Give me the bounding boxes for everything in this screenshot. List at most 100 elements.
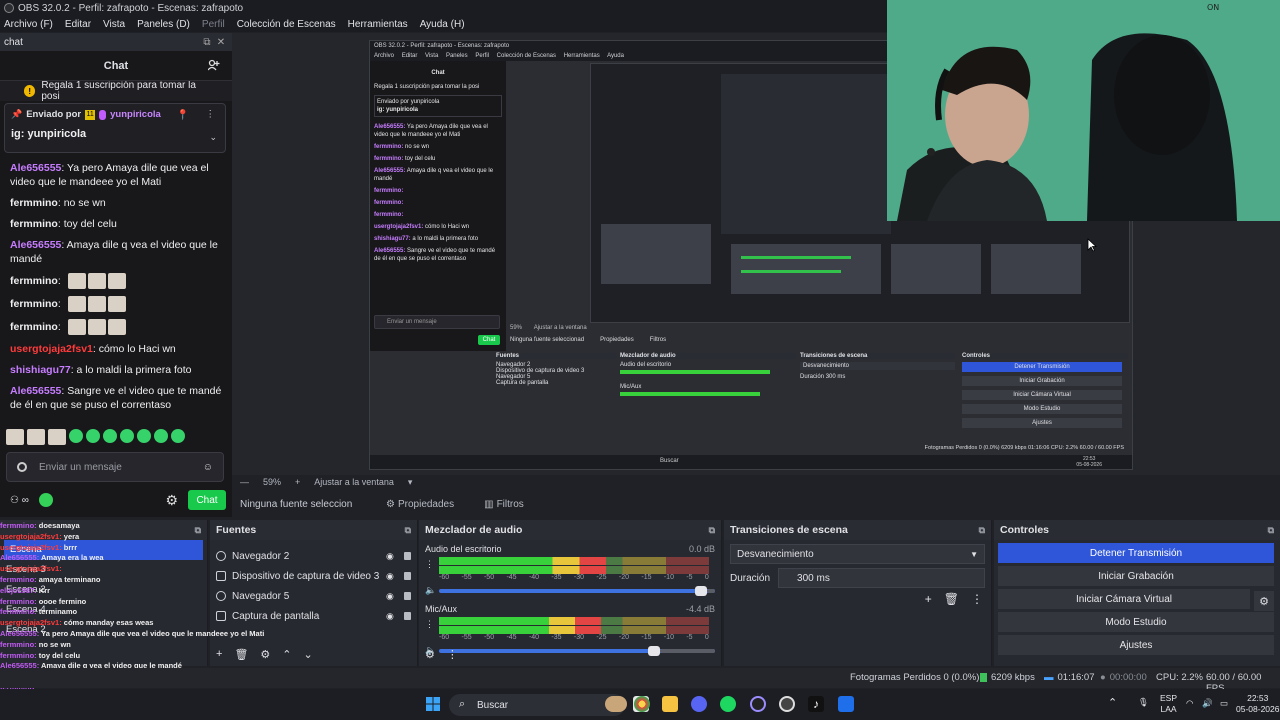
chevron-up-icon[interactable]: ⌃ bbox=[1108, 698, 1117, 709]
emote-icon[interactable] bbox=[103, 429, 117, 443]
lock-icon[interactable] bbox=[404, 572, 411, 580]
volume-icon[interactable]: 🔊 bbox=[1202, 698, 1213, 709]
volume-slider[interactable] bbox=[439, 585, 715, 596]
plus-icon[interactable]: + bbox=[295, 477, 300, 487]
unpin-icon[interactable]: 📍 bbox=[177, 110, 189, 121]
menu-archivo[interactable]: Archivo (F) bbox=[4, 19, 53, 30]
app-icon[interactable] bbox=[838, 696, 854, 712]
chat-username[interactable]: shishiagu77 bbox=[10, 364, 71, 376]
chat-username[interactable]: fermmino bbox=[10, 218, 58, 230]
menu-vista[interactable]: Vista bbox=[103, 19, 125, 30]
discord-icon[interactable] bbox=[691, 696, 707, 712]
scene-item[interactable]: Escena 2 bbox=[0, 620, 207, 640]
add-icon[interactable]: + bbox=[925, 592, 932, 606]
source-item[interactable]: Captura de pantalla ◉ bbox=[210, 606, 417, 626]
pinned-message[interactable]: 📌 Enviado por 11 yunpiricola ig: yunpiri… bbox=[4, 103, 226, 153]
gear-icon[interactable]: ⚙ bbox=[1254, 591, 1274, 611]
volume-slider[interactable] bbox=[439, 645, 715, 656]
chat-username[interactable]: fermmino bbox=[10, 321, 58, 333]
chat-username[interactable]: Ale656555 bbox=[10, 385, 61, 397]
obs-icon[interactable] bbox=[750, 696, 766, 712]
gear-icon[interactable]: ⚙ bbox=[165, 492, 178, 509]
float-icon[interactable]: ⧉ bbox=[709, 525, 715, 536]
eye-icon[interactable]: ◉ bbox=[386, 611, 398, 622]
menu-coleccion-escenas[interactable]: Colección de Escenas bbox=[237, 19, 336, 30]
emote-icon[interactable] bbox=[48, 429, 66, 445]
chat-username[interactable]: fermmino bbox=[10, 275, 58, 287]
pinned-user[interactable]: yunpiricola bbox=[110, 109, 161, 120]
users-icon[interactable] bbox=[208, 59, 220, 71]
chat-username[interactable]: Ale656555 bbox=[10, 162, 61, 174]
slider-knob[interactable] bbox=[694, 585, 707, 596]
emote-icon[interactable] bbox=[137, 429, 151, 443]
chevron-down-icon[interactable]: ⌄ bbox=[304, 648, 313, 661]
chevron-down-icon[interactable]: ⌄ bbox=[209, 132, 217, 143]
battery-icon[interactable]: ▭ bbox=[1220, 698, 1228, 709]
scene-item[interactable]: Escena 2 bbox=[0, 580, 207, 600]
scene-item[interactable]: Escena 3 bbox=[0, 560, 207, 580]
taskbar-search[interactable]: ⌕ Buscar bbox=[449, 694, 625, 716]
start-virtual-camera-button[interactable]: Iniciar Cámara Virtual bbox=[998, 589, 1250, 609]
chat-send-button[interactable]: Chat bbox=[188, 490, 226, 510]
settings-button[interactable]: Ajustes bbox=[998, 635, 1274, 655]
chat-username[interactable]: usergtojaja2fsv1 bbox=[10, 343, 93, 355]
eye-icon[interactable]: ◉ bbox=[386, 591, 398, 602]
trash-icon[interactable]: 🗑 bbox=[234, 648, 248, 661]
lock-icon[interactable] bbox=[404, 592, 411, 600]
float-icon[interactable]: ⧉ bbox=[979, 525, 985, 536]
spotify-icon[interactable] bbox=[720, 696, 736, 712]
chat-username[interactable]: fermmino bbox=[10, 298, 58, 310]
sub-gift-banner[interactable]: ! Regala 1 suscripción para tomar la pos… bbox=[0, 80, 232, 102]
wifi-icon[interactable]: ◠ bbox=[1186, 698, 1193, 709]
bits-icon[interactable] bbox=[17, 462, 27, 472]
emote-icon[interactable] bbox=[154, 429, 168, 443]
extension-icon[interactable] bbox=[38, 493, 53, 507]
clock[interactable]: 22:53 05-08-2026 bbox=[1236, 693, 1279, 715]
chat-username[interactable]: fermmino bbox=[10, 197, 58, 209]
gear-icon[interactable]: ⚙ bbox=[260, 648, 270, 661]
source-item[interactable]: Dispositivo de captura de video 3 ◉ bbox=[210, 566, 417, 586]
stop-stream-button[interactable]: Detener Transmisión bbox=[998, 543, 1274, 563]
source-item[interactable]: Navegador 2 ◉ bbox=[210, 546, 417, 566]
float-icon[interactable]: ⧉ bbox=[195, 525, 201, 536]
lock-icon[interactable] bbox=[404, 552, 411, 560]
emote-icon[interactable] bbox=[120, 429, 134, 443]
scene-item[interactable]: Escena bbox=[4, 540, 203, 560]
chat-username[interactable]: Ale656555 bbox=[10, 239, 61, 251]
slider-knob[interactable] bbox=[647, 645, 660, 656]
gear-icon[interactable]: ⚙ bbox=[425, 648, 435, 661]
menu-perfil[interactable]: Perfil bbox=[202, 19, 225, 30]
menu-paneles[interactable]: Paneles (D) bbox=[137, 19, 190, 30]
more-icon[interactable]: ⋮ bbox=[425, 559, 434, 570]
points-icon[interactable]: ⚇ ∞ bbox=[10, 495, 29, 506]
emote-icon[interactable] bbox=[6, 429, 24, 445]
more-icon[interactable]: ⋮ bbox=[447, 648, 458, 661]
menu-editar[interactable]: Editar bbox=[65, 19, 91, 30]
start-recording-button[interactable]: Iniciar Grabación bbox=[998, 566, 1274, 586]
weather-icon[interactable] bbox=[605, 696, 627, 712]
windows-start-icon[interactable] bbox=[425, 696, 441, 712]
lock-icon[interactable] bbox=[404, 612, 411, 620]
fit-select[interactable]: Ajustar a la ventana bbox=[314, 477, 394, 487]
emote-icon[interactable] bbox=[69, 429, 83, 443]
scene-item[interactable]: Escena 4 bbox=[0, 600, 207, 620]
studio-mode-button[interactable]: Modo Estudio bbox=[998, 612, 1274, 632]
emote-icon[interactable] bbox=[171, 429, 185, 443]
emoji-icon[interactable]: ☺ bbox=[203, 462, 213, 473]
close-icon[interactable]: ✕ bbox=[214, 37, 228, 48]
transition-select[interactable]: Desvanecimiento ▼ bbox=[730, 544, 985, 564]
menu-herramientas[interactable]: Herramientas bbox=[348, 19, 408, 30]
more-icon[interactable]: ⋮ bbox=[425, 619, 434, 630]
float-icon[interactable]: ⧉ bbox=[1268, 525, 1274, 536]
chat-message-input[interactable]: Enviar un mensaje ☺ bbox=[6, 452, 224, 482]
source-item[interactable]: Navegador 5 ◉ bbox=[210, 586, 417, 606]
tiktok-icon[interactable]: ♪ bbox=[808, 696, 824, 712]
language-indicator[interactable]: ESP LAA bbox=[1160, 693, 1177, 715]
chevron-down-icon[interactable]: ▾ bbox=[408, 477, 413, 488]
obs-active-icon[interactable] bbox=[779, 696, 795, 712]
more-icon[interactable]: ⋮ bbox=[206, 109, 216, 120]
eye-icon[interactable]: ◉ bbox=[386, 571, 398, 582]
filters-button[interactable]: ▥ Filtros bbox=[484, 499, 524, 510]
chevron-up-icon[interactable]: ⌃ bbox=[282, 648, 291, 661]
mic-icon[interactable]: 🎙 bbox=[1138, 697, 1149, 708]
